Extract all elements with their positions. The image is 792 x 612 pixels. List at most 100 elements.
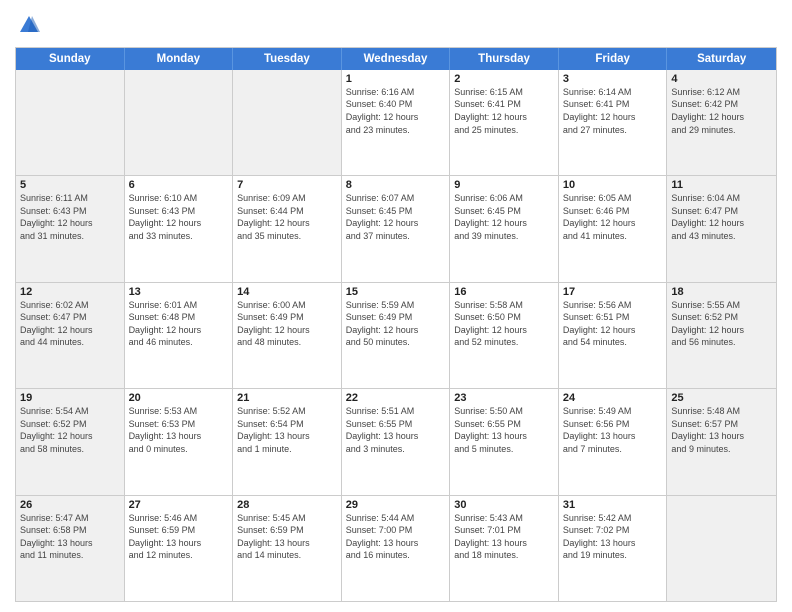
day-number: 6 <box>129 179 229 191</box>
cell-info: Sunrise: 5:51 AM Sunset: 6:55 PM Dayligh… <box>346 405 446 455</box>
cal-cell-20: 20Sunrise: 5:53 AM Sunset: 6:53 PM Dayli… <box>125 389 234 494</box>
cal-cell-22: 22Sunrise: 5:51 AM Sunset: 6:55 PM Dayli… <box>342 389 451 494</box>
day-number: 9 <box>454 179 554 191</box>
logo-icon <box>18 14 40 36</box>
cell-info: Sunrise: 6:11 AM Sunset: 6:43 PM Dayligh… <box>20 192 120 242</box>
header <box>15 10 777 41</box>
day-number: 4 <box>671 73 772 85</box>
day-number: 1 <box>346 73 446 85</box>
cell-info: Sunrise: 5:54 AM Sunset: 6:52 PM Dayligh… <box>20 405 120 455</box>
cell-info: Sunrise: 6:01 AM Sunset: 6:48 PM Dayligh… <box>129 299 229 349</box>
cell-info: Sunrise: 5:45 AM Sunset: 6:59 PM Dayligh… <box>237 512 337 562</box>
day-number: 7 <box>237 179 337 191</box>
cell-info: Sunrise: 6:00 AM Sunset: 6:49 PM Dayligh… <box>237 299 337 349</box>
calendar: SundayMondayTuesdayWednesdayThursdayFrid… <box>15 47 777 602</box>
cal-cell-4: 4Sunrise: 6:12 AM Sunset: 6:42 PM Daylig… <box>667 70 776 175</box>
cell-info: Sunrise: 6:10 AM Sunset: 6:43 PM Dayligh… <box>129 192 229 242</box>
cal-cell-1: 1Sunrise: 6:16 AM Sunset: 6:40 PM Daylig… <box>342 70 451 175</box>
day-number: 5 <box>20 179 120 191</box>
day-number: 12 <box>20 286 120 298</box>
day-number: 14 <box>237 286 337 298</box>
cell-info: Sunrise: 6:16 AM Sunset: 6:40 PM Dayligh… <box>346 86 446 136</box>
cal-cell-18: 18Sunrise: 5:55 AM Sunset: 6:52 PM Dayli… <box>667 283 776 388</box>
logo <box>15 14 40 41</box>
day-number: 27 <box>129 499 229 511</box>
cell-info: Sunrise: 6:14 AM Sunset: 6:41 PM Dayligh… <box>563 86 663 136</box>
cal-cell-2: 2Sunrise: 6:15 AM Sunset: 6:41 PM Daylig… <box>450 70 559 175</box>
calendar-body: 1Sunrise: 6:16 AM Sunset: 6:40 PM Daylig… <box>16 70 776 601</box>
cell-info: Sunrise: 6:07 AM Sunset: 6:45 PM Dayligh… <box>346 192 446 242</box>
cal-cell-24: 24Sunrise: 5:49 AM Sunset: 6:56 PM Dayli… <box>559 389 668 494</box>
cell-info: Sunrise: 5:43 AM Sunset: 7:01 PM Dayligh… <box>454 512 554 562</box>
weekday-header-friday: Friday <box>559 48 668 70</box>
calendar-row-3: 19Sunrise: 5:54 AM Sunset: 6:52 PM Dayli… <box>16 389 776 495</box>
cal-cell-15: 15Sunrise: 5:59 AM Sunset: 6:49 PM Dayli… <box>342 283 451 388</box>
cal-cell-14: 14Sunrise: 6:00 AM Sunset: 6:49 PM Dayli… <box>233 283 342 388</box>
cal-cell-empty-0-2 <box>233 70 342 175</box>
cal-cell-25: 25Sunrise: 5:48 AM Sunset: 6:57 PM Dayli… <box>667 389 776 494</box>
day-number: 10 <box>563 179 663 191</box>
day-number: 2 <box>454 73 554 85</box>
day-number: 16 <box>454 286 554 298</box>
cal-cell-7: 7Sunrise: 6:09 AM Sunset: 6:44 PM Daylig… <box>233 176 342 281</box>
cell-info: Sunrise: 5:42 AM Sunset: 7:02 PM Dayligh… <box>563 512 663 562</box>
calendar-row-2: 12Sunrise: 6:02 AM Sunset: 6:47 PM Dayli… <box>16 283 776 389</box>
page: SundayMondayTuesdayWednesdayThursdayFrid… <box>0 0 792 612</box>
day-number: 3 <box>563 73 663 85</box>
cal-cell-23: 23Sunrise: 5:50 AM Sunset: 6:55 PM Dayli… <box>450 389 559 494</box>
cal-cell-29: 29Sunrise: 5:44 AM Sunset: 7:00 PM Dayli… <box>342 496 451 601</box>
day-number: 28 <box>237 499 337 511</box>
calendar-header: SundayMondayTuesdayWednesdayThursdayFrid… <box>16 48 776 70</box>
cal-cell-16: 16Sunrise: 5:58 AM Sunset: 6:50 PM Dayli… <box>450 283 559 388</box>
day-number: 20 <box>129 392 229 404</box>
weekday-header-monday: Monday <box>125 48 234 70</box>
day-number: 23 <box>454 392 554 404</box>
cal-cell-9: 9Sunrise: 6:06 AM Sunset: 6:45 PM Daylig… <box>450 176 559 281</box>
cell-info: Sunrise: 5:49 AM Sunset: 6:56 PM Dayligh… <box>563 405 663 455</box>
weekday-header-wednesday: Wednesday <box>342 48 451 70</box>
calendar-row-1: 5Sunrise: 6:11 AM Sunset: 6:43 PM Daylig… <box>16 176 776 282</box>
day-number: 29 <box>346 499 446 511</box>
weekday-header-saturday: Saturday <box>667 48 776 70</box>
day-number: 25 <box>671 392 772 404</box>
cell-info: Sunrise: 6:09 AM Sunset: 6:44 PM Dayligh… <box>237 192 337 242</box>
cell-info: Sunrise: 5:44 AM Sunset: 7:00 PM Dayligh… <box>346 512 446 562</box>
weekday-header-tuesday: Tuesday <box>233 48 342 70</box>
cell-info: Sunrise: 6:12 AM Sunset: 6:42 PM Dayligh… <box>671 86 772 136</box>
day-number: 30 <box>454 499 554 511</box>
cal-cell-19: 19Sunrise: 5:54 AM Sunset: 6:52 PM Dayli… <box>16 389 125 494</box>
cell-info: Sunrise: 5:56 AM Sunset: 6:51 PM Dayligh… <box>563 299 663 349</box>
cell-info: Sunrise: 6:15 AM Sunset: 6:41 PM Dayligh… <box>454 86 554 136</box>
day-number: 13 <box>129 286 229 298</box>
calendar-row-4: 26Sunrise: 5:47 AM Sunset: 6:58 PM Dayli… <box>16 496 776 601</box>
day-number: 17 <box>563 286 663 298</box>
cell-info: Sunrise: 6:06 AM Sunset: 6:45 PM Dayligh… <box>454 192 554 242</box>
cal-cell-3: 3Sunrise: 6:14 AM Sunset: 6:41 PM Daylig… <box>559 70 668 175</box>
cell-info: Sunrise: 5:50 AM Sunset: 6:55 PM Dayligh… <box>454 405 554 455</box>
cal-cell-26: 26Sunrise: 5:47 AM Sunset: 6:58 PM Dayli… <box>16 496 125 601</box>
cal-cell-empty-4-6 <box>667 496 776 601</box>
cal-cell-10: 10Sunrise: 6:05 AM Sunset: 6:46 PM Dayli… <box>559 176 668 281</box>
cal-cell-11: 11Sunrise: 6:04 AM Sunset: 6:47 PM Dayli… <box>667 176 776 281</box>
day-number: 15 <box>346 286 446 298</box>
day-number: 18 <box>671 286 772 298</box>
cell-info: Sunrise: 5:48 AM Sunset: 6:57 PM Dayligh… <box>671 405 772 455</box>
calendar-row-0: 1Sunrise: 6:16 AM Sunset: 6:40 PM Daylig… <box>16 70 776 176</box>
day-number: 11 <box>671 179 772 191</box>
cal-cell-17: 17Sunrise: 5:56 AM Sunset: 6:51 PM Dayli… <box>559 283 668 388</box>
cal-cell-30: 30Sunrise: 5:43 AM Sunset: 7:01 PM Dayli… <box>450 496 559 601</box>
cell-info: Sunrise: 6:04 AM Sunset: 6:47 PM Dayligh… <box>671 192 772 242</box>
cell-info: Sunrise: 6:05 AM Sunset: 6:46 PM Dayligh… <box>563 192 663 242</box>
cal-cell-5: 5Sunrise: 6:11 AM Sunset: 6:43 PM Daylig… <box>16 176 125 281</box>
day-number: 24 <box>563 392 663 404</box>
cell-info: Sunrise: 5:46 AM Sunset: 6:59 PM Dayligh… <box>129 512 229 562</box>
day-number: 22 <box>346 392 446 404</box>
cal-cell-13: 13Sunrise: 6:01 AM Sunset: 6:48 PM Dayli… <box>125 283 234 388</box>
weekday-header-sunday: Sunday <box>16 48 125 70</box>
day-number: 19 <box>20 392 120 404</box>
cal-cell-21: 21Sunrise: 5:52 AM Sunset: 6:54 PM Dayli… <box>233 389 342 494</box>
cal-cell-8: 8Sunrise: 6:07 AM Sunset: 6:45 PM Daylig… <box>342 176 451 281</box>
cal-cell-12: 12Sunrise: 6:02 AM Sunset: 6:47 PM Dayli… <box>16 283 125 388</box>
day-number: 26 <box>20 499 120 511</box>
cell-info: Sunrise: 5:47 AM Sunset: 6:58 PM Dayligh… <box>20 512 120 562</box>
